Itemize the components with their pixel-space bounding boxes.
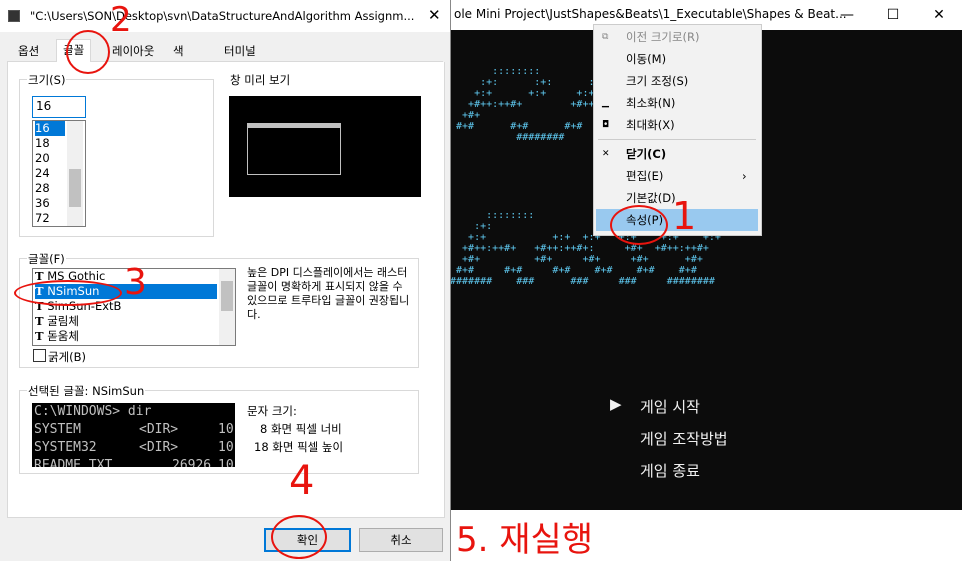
annotation-number: 2 [110,0,132,40]
size-group-label: 크기(S) [27,72,67,88]
sample-line: <DIR> [139,440,179,455]
truetype-icon: T [35,329,44,343]
dialog-title: "C:\Users\SON\Desktop\svn\DataStructureA… [30,9,415,23]
list-item[interactable]: 28 [35,181,50,196]
minimize-icon: ▁ [602,98,609,108]
sample-line: 10 [218,458,234,467]
menu-edit[interactable]: 편집(E) › [594,165,761,187]
scrollbar-thumb[interactable] [69,169,81,207]
list-item[interactable]: 16 [35,121,65,136]
menu-separator [598,139,756,140]
close-icon: ✕ [602,149,610,159]
menu-restore[interactable]: ⧉ 이전 크기로(R) [594,26,761,48]
annotation-circle-ok [271,515,327,559]
sample-line: README TXT [34,458,113,467]
menu-exit-game[interactable]: 게임 종료 [640,460,700,481]
annotation-circle-font [14,280,122,306]
list-item[interactable]: 36 [35,196,50,211]
cancel-button[interactable]: 취소 [359,528,443,552]
console-title: ole Mini Project\JustShapes&Beats\1_Exec… [454,7,847,21]
tab-terminal[interactable]: 터미널 [218,41,262,61]
list-item[interactable]: 24 [35,166,50,181]
bold-checkbox-label: 굵게(B) [48,350,87,364]
sample-line: SYSTEM [34,422,81,437]
list-item[interactable]: T 굴림체 [35,314,79,329]
annotation-number: 3 [124,262,147,303]
bold-checkbox[interactable] [33,349,46,362]
menu-how-to-play[interactable]: 게임 조작방법 [640,428,728,449]
annotation-circle-properties [610,205,668,245]
sample-line: 10 [218,422,234,437]
preview-window-titlebar [248,124,340,128]
char-size-label: 문자 크기: [247,404,297,418]
font-group-label: 글꼴(F) [27,251,66,267]
size-list[interactable]: 16 18 20 24 28 36 72 [32,120,86,227]
preview-label: 창 미리 보기 [230,73,291,87]
size-list-scrollbar[interactable] [67,121,83,226]
annotation-number: 4 [289,458,315,504]
annotation-number: 1 [672,194,697,238]
char-height: 18 화면 픽셀 높이 [254,440,344,454]
sample-line: C:\WINDOWS> dir [34,404,152,419]
close-icon[interactable]: ✕ [428,6,441,24]
preview-window-outline [247,123,341,175]
menu-cursor: ▶ [610,395,622,413]
menu-minimize[interactable]: ▁ 최소화(N) [594,92,761,114]
sample-line: 10 [218,440,234,455]
tab-options[interactable]: 옵션 [12,41,45,61]
maximize-icon[interactable]: ☐ [870,0,916,30]
annotation-step-five: 5. 재실행 [456,520,594,560]
list-item[interactable]: 18 [35,136,50,151]
close-icon[interactable]: ✕ [916,0,962,30]
font-note: 높은 DPI 디스플레이에서는 래스터 글꼴이 명확하게 표시되지 않을 수 있… [247,266,410,321]
console-app-icon [8,10,20,22]
selected-font-label: 선택된 글꼴: NSimSun [27,383,146,399]
dialog-titlebar[interactable]: "C:\Users\SON\Desktop\svn\DataStructureA… [0,0,450,32]
list-item[interactable]: 20 [35,151,50,166]
size-input[interactable]: 16 [32,96,86,118]
window-preview [229,96,421,197]
sample-line: SYSTEM32 [34,440,97,455]
maximize-icon: ◘ [602,120,610,130]
menu-close[interactable]: ✕ 닫기(C) [594,143,761,165]
sample-line: 26926 [172,458,212,467]
restore-icon: ⧉ [602,32,609,42]
font-list-scrollbar[interactable] [219,269,235,345]
scrollbar-thumb[interactable] [221,281,233,311]
tab-layout[interactable]: 레이아웃 [106,41,160,61]
annotation-circle-tab [66,30,110,74]
menu-maximize[interactable]: ◘ 최대화(X) [594,114,761,136]
menu-resize[interactable]: 크기 조정(S) [594,70,761,92]
submenu-arrow-icon: › [742,169,747,183]
sample-line: <DIR> [139,422,179,437]
font-sample: C:\WINDOWS> dir SYSTEM <DIR> 10 SYSTEM32… [32,403,235,467]
menu-start-game[interactable]: 게임 시작 [640,396,700,417]
truetype-icon: T [35,314,44,328]
tab-colors[interactable]: 색 [167,41,190,61]
list-item[interactable]: T 돋움체 [35,329,79,344]
minimize-icon[interactable]: — [824,0,870,30]
char-width: 8 화면 픽셀 너비 [260,422,342,436]
menu-move[interactable]: 이동(M) [594,48,761,70]
list-item[interactable]: 72 [35,211,50,226]
